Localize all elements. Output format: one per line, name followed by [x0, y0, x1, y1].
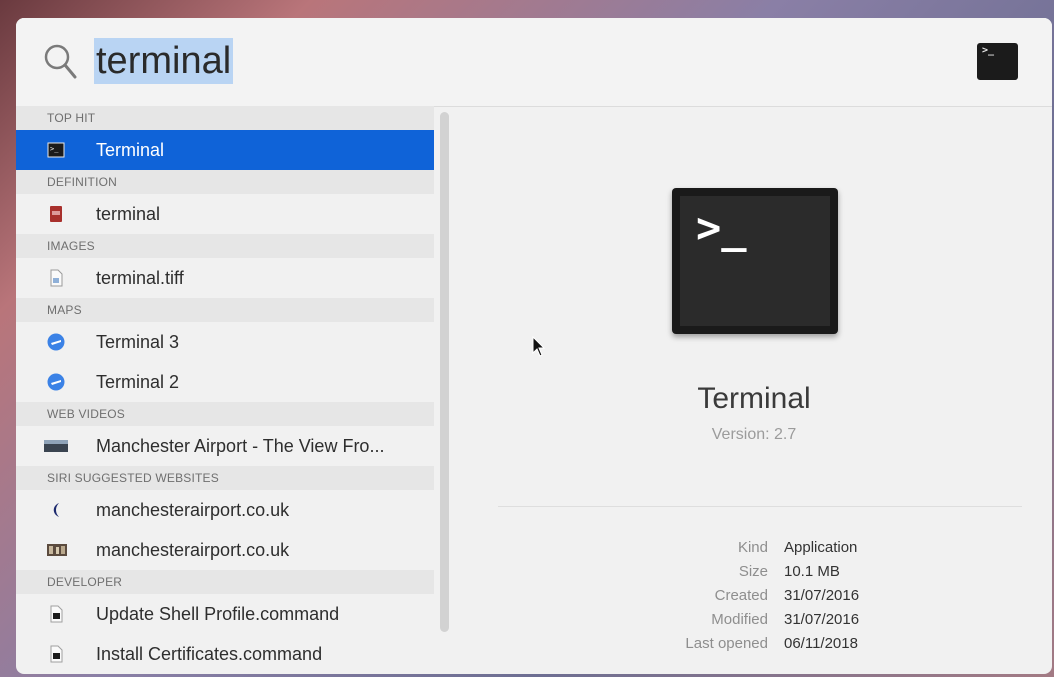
section-header-developer: DEVELOPER [16, 570, 434, 594]
meta-value: Application [784, 539, 858, 556]
terminal-app-icon: >_ [672, 188, 838, 334]
video-thumbnail-icon [44, 440, 68, 452]
meta-key: Size [738, 563, 768, 580]
image-file-icon [50, 269, 63, 287]
meta-value: 10.1 MB [784, 563, 840, 580]
result-label: manchesterairport.co.uk [96, 500, 290, 520]
result-terminal-app[interactable]: >_ Terminal [16, 130, 434, 170]
meta-value: 31/07/2016 [784, 611, 860, 628]
meta-kind: Kind Application [456, 536, 1052, 560]
preview-metadata: Kind Application Size 10.1 MB Created 31/07… [456, 536, 1052, 656]
terminal-icon: >_ [977, 43, 1018, 80]
result-map-terminal-2[interactable]: Terminal 2 [16, 362, 434, 402]
preview-title: Terminal [697, 382, 811, 415]
site-favicon-icon [53, 503, 59, 517]
site-thumbnail-icon [47, 544, 67, 556]
dictionary-icon [50, 206, 62, 222]
meta-value: 31/07/2016 [784, 587, 860, 604]
section-header-images: IMAGES [16, 234, 434, 258]
result-image[interactable]: terminal.tiff [16, 258, 434, 298]
svg-text:>_: >_ [50, 145, 59, 153]
result-map-terminal-3[interactable]: Terminal 3 [16, 322, 434, 362]
airport-icon [47, 373, 65, 391]
meta-key: Modified [711, 611, 768, 628]
airport-icon [47, 333, 65, 351]
result-website-1[interactable]: manchesterairport.co.uk [16, 490, 434, 530]
result-label: Install Certificates.command [96, 644, 323, 664]
meta-modified: Modified 31/07/2016 [456, 608, 1052, 632]
command-file-icon [50, 605, 63, 623]
result-install-certificates[interactable]: Install Certificates.command [16, 634, 434, 674]
results-scrollbar[interactable] [440, 112, 449, 632]
divider [498, 506, 1022, 507]
section-header-maps: MAPS [16, 298, 434, 322]
result-label: terminal [96, 204, 161, 224]
search-bar[interactable]: terminal >_ [16, 18, 1052, 107]
result-label: Update Shell Profile.command [96, 604, 340, 624]
section-header-top-hit: TOP HIT [16, 106, 434, 130]
meta-size: Size 10.1 MB [456, 560, 1052, 584]
result-definition[interactable]: terminal [16, 194, 434, 234]
meta-created: Created 31/07/2016 [456, 584, 1052, 608]
result-web-video[interactable]: Manchester Airport - The View Fro... [16, 426, 434, 466]
result-update-shell-profile[interactable]: Update Shell Profile.command [16, 594, 434, 634]
result-label: Terminal 3 [96, 332, 180, 352]
terminal-icon: >_ [47, 142, 65, 158]
section-header-siri-websites: SIRI SUGGESTED WEBSITES [16, 466, 434, 490]
meta-last-opened: Last opened 06/11/2018 [456, 632, 1052, 656]
meta-key: Kind [737, 539, 768, 556]
meta-value: 06/11/2018 [784, 635, 858, 652]
meta-key: Last opened [685, 635, 768, 652]
command-file-icon [50, 645, 63, 663]
meta-key: Created [714, 587, 768, 604]
preview-pane: >_ Terminal Version: 2.7 Kind Application… [456, 106, 1052, 674]
result-label: Terminal 2 [96, 372, 180, 392]
section-header-definition: DEFINITION [16, 170, 434, 194]
search-icon [44, 44, 77, 79]
results-list: TOP HIT >_ Terminal DEFINITION terminal … [16, 106, 434, 674]
result-label: Terminal [96, 140, 165, 160]
search-input[interactable]: terminal [94, 38, 234, 84]
section-header-web-videos: WEB VIDEOS [16, 402, 434, 426]
result-website-2[interactable]: manchesterairport.co.uk [16, 530, 434, 570]
result-label: manchesterairport.co.uk [96, 540, 290, 560]
mouse-pointer-icon [532, 336, 546, 357]
result-label: Manchester Airport - The View Fro... [96, 436, 385, 456]
result-label: terminal.tiff [96, 268, 184, 288]
preview-version: Version: 2.7 [711, 426, 797, 443]
